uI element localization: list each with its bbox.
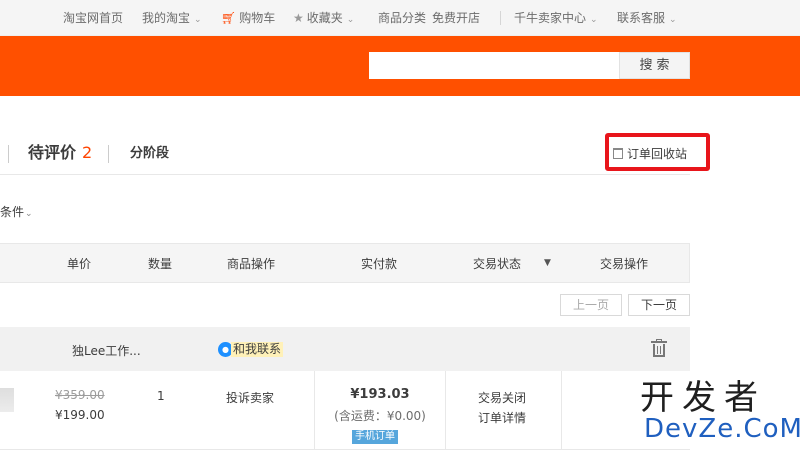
column-header-trade-action: 交易操作: [600, 257, 649, 271]
tabs-underline: [0, 174, 690, 175]
column-divider: [445, 371, 446, 450]
filter-toggle[interactable]: 条件⌄: [0, 203, 33, 220]
chevron-down-icon: ⌄: [25, 209, 33, 219]
column-header-unit-price: 单价: [67, 257, 92, 271]
contact-seller-button[interactable]: ● 和我联系: [218, 342, 284, 358]
nav-seller-center-label: 千牛卖家中心: [514, 11, 587, 25]
search-input[interactable]: [369, 52, 619, 79]
contact-seller-label: 和我联系: [231, 342, 284, 357]
shop-name-link[interactable]: 独Lee工作...: [72, 342, 141, 359]
trash-icon-lid: [651, 341, 667, 343]
order-header-row: 独Lee工作... ● 和我联系: [0, 327, 690, 371]
recycle-bin-link[interactable]: 订单回收站: [613, 146, 687, 162]
nav-customer-service[interactable]: 联系客服 ⌄: [617, 10, 677, 28]
column-header-paid: 实付款: [361, 257, 398, 271]
cart-icon: 🛒︎: [221, 11, 237, 25]
chevron-down-icon: ⌄: [194, 15, 202, 25]
next-page-button[interactable]: 下一页: [628, 294, 690, 316]
trash-icon-can: [653, 344, 665, 357]
nav-my-taobao[interactable]: 我的淘宝 ⌄: [142, 10, 202, 28]
watermark-en: DevZe.CoM: [644, 414, 800, 444]
recycle-bin-label: 订单回收站: [627, 147, 688, 161]
chevron-down-icon: ⌄: [590, 15, 598, 25]
header-banner: 搜索: [0, 36, 800, 96]
filter-label: 条件: [0, 205, 25, 219]
tab-stage[interactable]: 分阶段: [130, 145, 169, 163]
mobile-order-badge: 手机订单: [352, 430, 398, 444]
prev-page-button[interactable]: 上一页: [560, 294, 622, 316]
unit-price: ¥199.00: [55, 408, 105, 422]
column-divider: [561, 371, 562, 450]
nav-cart-link[interactable]: 🛒︎ 购物车: [221, 10, 275, 26]
nav-open-shop-link[interactable]: 免费开店: [432, 10, 480, 26]
nav-favorites-label: 收藏夹: [306, 11, 343, 25]
nav-favorites[interactable]: ★ 收藏夹 ⌄: [293, 10, 354, 28]
search-button[interactable]: 搜索: [619, 52, 690, 79]
nav-divider: [500, 11, 501, 25]
column-header-item-action: 商品操作: [227, 257, 276, 271]
tab-pending-review[interactable]: 待评价 2: [28, 142, 92, 164]
star-icon: ★: [293, 11, 304, 25]
table-header: 单价 数量 商品操作 实付款 交易状态 ▼ 交易操作: [0, 243, 690, 283]
tab-divider: [8, 145, 9, 163]
item-quantity: 1: [157, 389, 165, 403]
nav-home-link[interactable]: 淘宝网首页: [63, 10, 123, 26]
tab-pending-review-label: 待评价: [28, 143, 77, 162]
chevron-down-icon: ⌄: [346, 15, 355, 25]
paid-amount: ¥193.03: [350, 387, 410, 402]
tab-divider: [108, 145, 109, 163]
chevron-down-icon: ⌄: [669, 15, 677, 25]
shipping-note: (含运费：¥0.00): [334, 409, 426, 423]
watermark-cn: 开发者: [640, 378, 766, 418]
nav-categories-link[interactable]: 商品分类: [378, 10, 426, 26]
complain-seller-link[interactable]: 投诉卖家: [226, 389, 274, 406]
trash-icon-bar: [660, 346, 661, 354]
status-filter-dropdown-icon[interactable]: ▼: [544, 258, 551, 268]
nav-cart-label: 购物车: [239, 11, 276, 25]
nav-customer-service-label: 联系客服: [617, 11, 666, 25]
column-header-quantity: 数量: [148, 257, 173, 271]
tab-pending-review-count: 2: [82, 143, 93, 162]
delete-order-trash-icon[interactable]: [651, 339, 667, 357]
original-price: ¥359.00: [55, 388, 105, 402]
order-detail-link[interactable]: 订单详情: [478, 409, 526, 426]
order-status: 交易关闭: [478, 391, 527, 405]
trash-icon-bar: [657, 346, 658, 354]
site-nav-bar: 淘宝网首页 我的淘宝 ⌄ 🛒︎ 购物车 ★ 收藏夹 ⌄ 商品分类 免费开店 千牛卖家中心…: [0, 0, 800, 36]
nav-seller-center[interactable]: 千牛卖家中心 ⌄: [514, 10, 598, 28]
item-thumbnail[interactable]: [0, 388, 14, 412]
trash-icon: [613, 148, 623, 159]
column-header-status: 交易状态: [473, 257, 522, 271]
nav-my-taobao-label: 我的淘宝: [142, 11, 191, 25]
